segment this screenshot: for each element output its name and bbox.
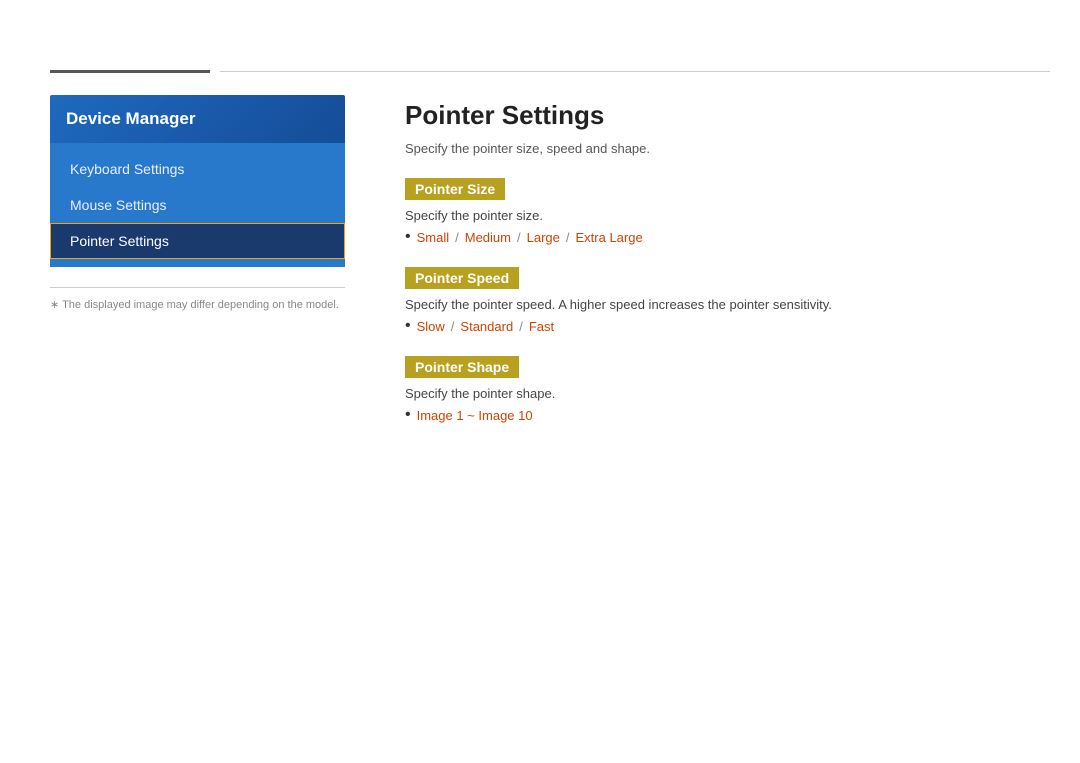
bullet-icon: •	[405, 229, 411, 245]
section-heading-pointer-shape: Pointer Shape	[405, 356, 519, 378]
list-item-pointer-shape: • Image 1 ~ Image 10	[405, 407, 1050, 423]
bullet-icon-speed: •	[405, 318, 411, 334]
sep1: /	[455, 230, 459, 245]
sidebar-item-pointer[interactable]: Pointer Settings	[50, 223, 345, 259]
sep3: /	[566, 230, 570, 245]
section-list-pointer-shape: • Image 1 ~ Image 10	[405, 407, 1050, 423]
sep2: /	[517, 230, 521, 245]
pointer-shape-options: Image 1 ~ Image 10	[417, 408, 533, 423]
list-item-pointer-speed: • Slow / Standard / Fast	[405, 318, 1050, 334]
pointer-speed-slow: Slow	[417, 319, 445, 334]
page-title: Pointer Settings	[405, 100, 1050, 131]
sep4: /	[451, 319, 455, 334]
section-heading-pointer-size: Pointer Size	[405, 178, 505, 200]
pointer-size-extralarge: Extra Large	[576, 230, 643, 245]
sidebar-footer: ∗ The displayed image may differ dependi…	[50, 287, 345, 313]
sidebar-title: Device Manager	[50, 95, 345, 143]
pointer-size-medium: Medium	[465, 230, 511, 245]
sidebar-note: ∗ The displayed image may differ dependi…	[50, 298, 345, 313]
page-description: Specify the pointer size, speed and shap…	[405, 141, 1050, 156]
pointer-size-large: Large	[527, 230, 560, 245]
main-layout: Device Manager Keyboard Settings Mouse S…	[50, 95, 1050, 733]
section-pointer-shape: Pointer Shape Specify the pointer shape.…	[405, 356, 1050, 423]
section-heading-pointer-speed: Pointer Speed	[405, 267, 519, 289]
section-pointer-size: Pointer Size Specify the pointer size. •…	[405, 178, 1050, 245]
section-desc-pointer-speed: Specify the pointer speed. A higher spee…	[405, 297, 1050, 312]
top-line-dark	[50, 70, 210, 73]
sidebar-item-keyboard[interactable]: Keyboard Settings	[50, 151, 345, 187]
list-item-pointer-size: • Small / Medium / Large / Extra Large	[405, 229, 1050, 245]
pointer-speed-standard: Standard	[460, 319, 513, 334]
bullet-icon-shape: •	[405, 407, 411, 423]
section-list-pointer-speed: • Slow / Standard / Fast	[405, 318, 1050, 334]
sidebar-menu: Keyboard Settings Mouse Settings Pointer…	[50, 143, 345, 267]
sep5: /	[519, 319, 523, 334]
main-content: Pointer Settings Specify the pointer siz…	[345, 95, 1050, 733]
section-desc-pointer-shape: Specify the pointer shape.	[405, 386, 1050, 401]
pointer-size-options: Small	[417, 230, 450, 245]
pointer-speed-fast: Fast	[529, 319, 554, 334]
sidebar-item-mouse[interactable]: Mouse Settings	[50, 187, 345, 223]
section-list-pointer-size: • Small / Medium / Large / Extra Large	[405, 229, 1050, 245]
top-line-light	[220, 71, 1050, 72]
section-pointer-speed: Pointer Speed Specify the pointer speed.…	[405, 267, 1050, 334]
top-decorative-lines	[50, 70, 1050, 73]
section-desc-pointer-size: Specify the pointer size.	[405, 208, 1050, 223]
sidebar: Device Manager Keyboard Settings Mouse S…	[50, 95, 345, 733]
